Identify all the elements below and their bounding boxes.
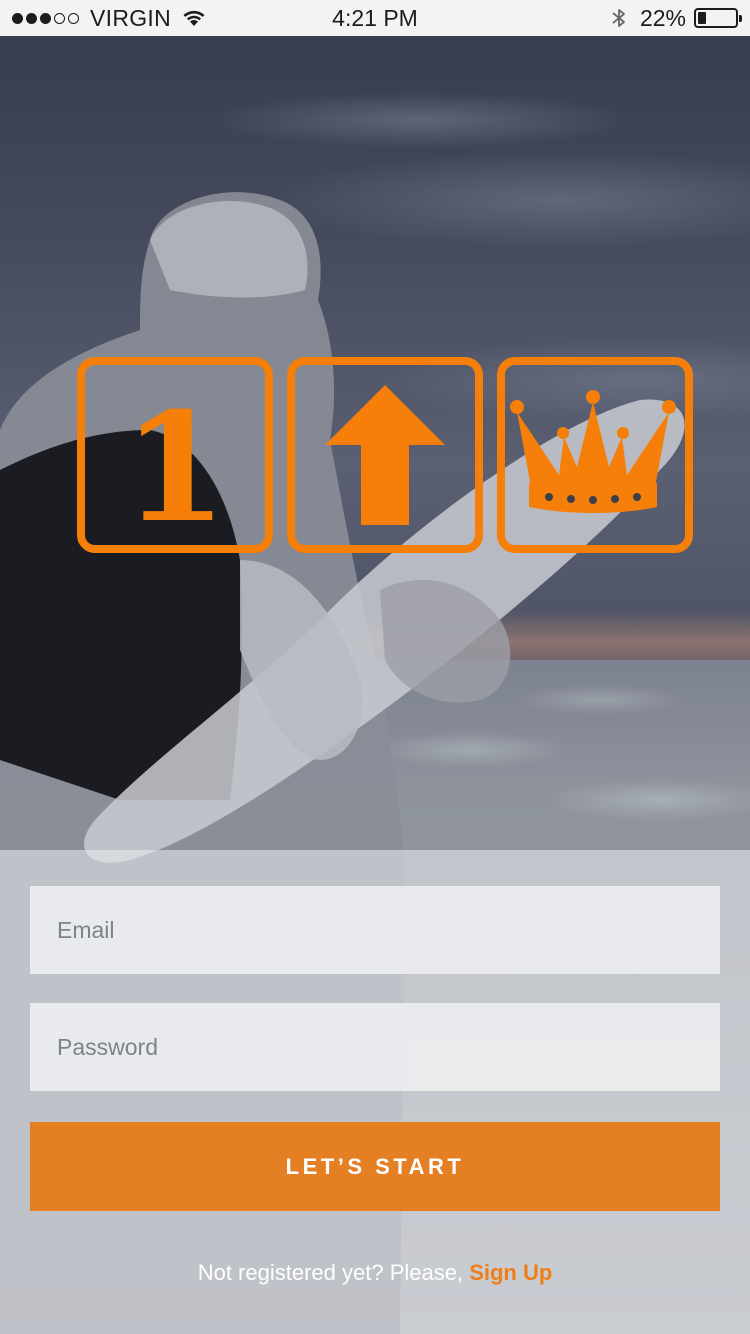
lets-start-button[interactable]: LET’S START <box>30 1122 720 1211</box>
logo-number-one: 1 <box>123 380 227 553</box>
email-field[interactable] <box>30 886 720 974</box>
status-bar-right: 22% <box>610 4 742 32</box>
battery-icon <box>694 8 742 28</box>
signup-link[interactable]: Sign Up <box>469 1260 552 1285</box>
battery-percent: 22% <box>639 4 686 31</box>
signup-prompt-text: Not registered yet? Please, <box>197 1260 470 1285</box>
app-logo: 1 <box>77 357 693 553</box>
battery-level <box>698 12 706 24</box>
crown-icon <box>510 390 676 513</box>
password-field[interactable] <box>30 1003 720 1091</box>
signup-prompt: Not registered yet? Please, Sign Up <box>0 1260 750 1286</box>
status-bar: VIRGIN 4:21 PM 22% <box>0 0 750 36</box>
bluetooth-icon <box>612 9 625 27</box>
arrow-up-icon <box>325 385 445 525</box>
